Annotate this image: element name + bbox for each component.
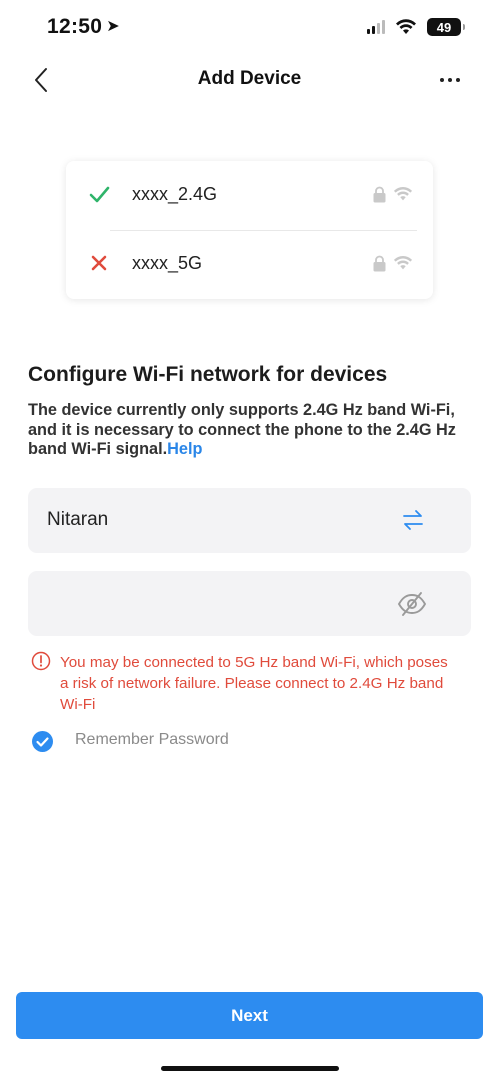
home-indicator [161,1066,339,1071]
remember-password-label[interactable]: Remember Password [75,731,229,749]
network-warning-text: You may be connected to 5G Hz band Wi-Fi… [60,654,448,713]
more-options-icon[interactable] [438,72,462,88]
lock-icon [373,255,386,272]
wifi-example-name: xxxx_2.4G [132,184,218,204]
status-time-text: 12:50 [47,15,103,38]
next-button[interactable]: Next [16,992,483,1039]
wifi-example-row: xxxx_5G [66,230,433,298]
warning-icon [31,651,51,671]
wifi-status-icon [396,19,416,34]
status-time: 12:50 ➤ [47,15,120,39]
cross-icon [91,255,107,271]
battery-icon: 49 [427,18,465,36]
switch-network-icon[interactable] [401,508,425,532]
help-link[interactable]: Help [167,440,202,458]
add-device-screen: 12:50 ➤ 49 Add Device xxxx_2.4G xxxx_5G … [0,0,499,1080]
password-input[interactable] [47,585,391,623]
wifi-name-value: Nitaran [47,509,109,530]
wifi-example-name: xxxx_5G [132,253,203,273]
wifi-band-example-card: xxxx_2.4G xxxx_5G [66,161,433,299]
eye-hidden-icon[interactable] [397,591,427,617]
description-text: The device currently only supports 2.4G … [28,401,456,458]
wifi-example-row: xxxx_2.4G [66,161,433,229]
status-icons: 49 [367,18,465,36]
page-title: Add Device [197,68,302,89]
cellular-signal-icon [367,20,385,34]
remember-password-checkbox[interactable] [32,731,53,752]
battery-level: 49 [436,19,452,35]
wifi-signal-icon [393,186,413,201]
wifi-signal-icon [393,255,413,270]
check-icon [89,186,110,203]
lock-icon [373,186,386,203]
section-description: The device currently only supports 2.4G … [28,401,473,460]
location-arrow-icon: ➤ [106,18,120,35]
section-heading: Configure Wi-Fi network for devices [28,363,388,386]
wifi-name-field[interactable]: Nitaran [28,488,471,553]
password-field[interactable] [28,571,471,636]
